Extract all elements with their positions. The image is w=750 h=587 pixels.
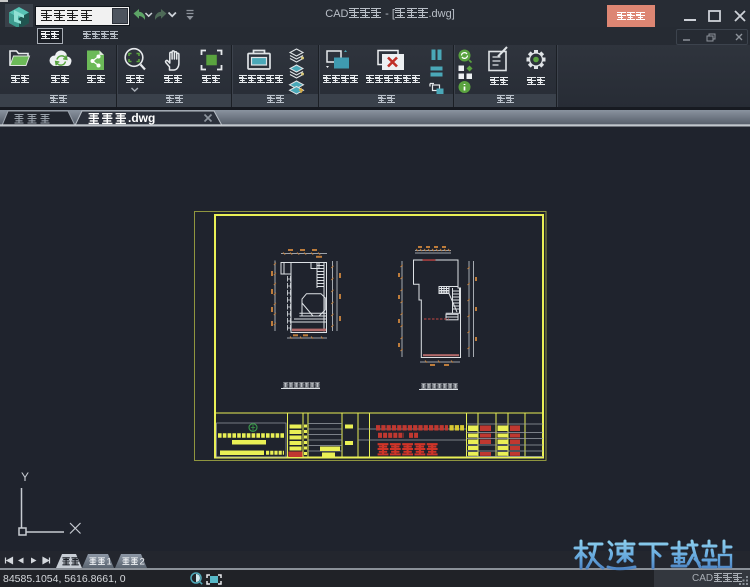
svg-text:.dwg: .dwg [128, 111, 155, 125]
svg-text:1: 1 [107, 557, 112, 568]
svg-text:Y: Y [21, 470, 29, 484]
svg-text:2: 2 [140, 557, 145, 568]
